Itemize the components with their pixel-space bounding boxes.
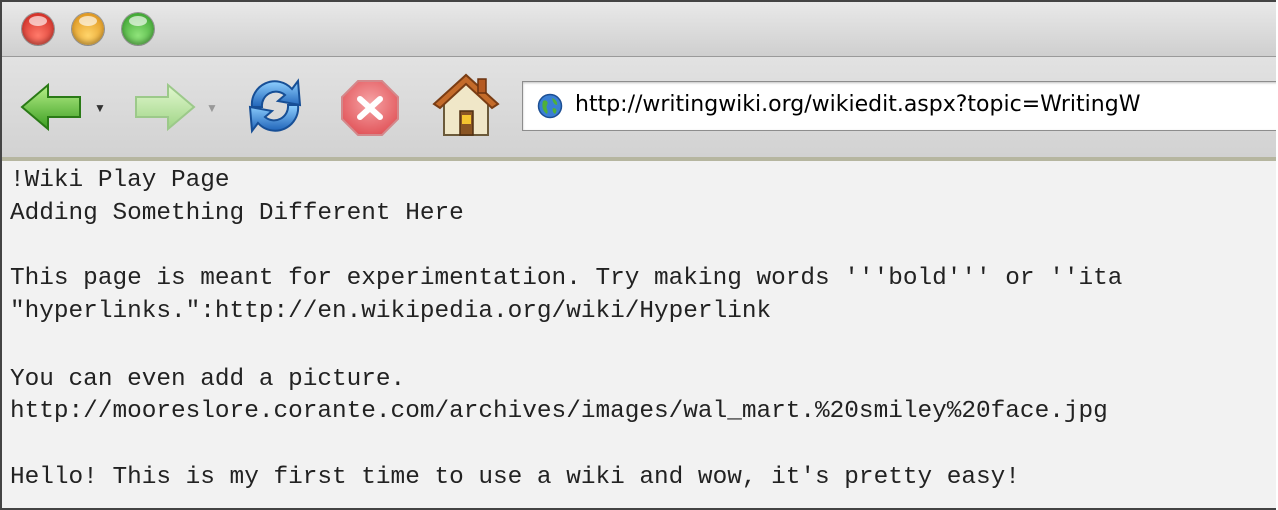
text-line: http://mooreslore.corante.com/archives/i… xyxy=(10,398,1108,425)
text-line: Hello! This is my first time to use a wi… xyxy=(10,464,1020,491)
back-history-dropdown[interactable]: ▼ xyxy=(94,101,106,115)
navigation-toolbar: ▼ ▼ http://writingwiki.org/wikiedit.aspx… xyxy=(2,57,1276,161)
zoom-window-button[interactable] xyxy=(122,13,154,45)
home-icon xyxy=(432,73,500,136)
browser-window: ▼ ▼ http://writingwiki.org/wikiedit.aspx… xyxy=(0,0,1276,510)
forward-button[interactable] xyxy=(130,79,200,140)
stop-icon xyxy=(341,80,399,136)
text-line: Adding Something Different Here xyxy=(10,200,464,227)
close-window-button[interactable] xyxy=(22,13,54,45)
stop-button[interactable] xyxy=(338,77,402,142)
reload-icon xyxy=(248,78,302,134)
wiki-edit-textarea[interactable]: !Wiki Play Page Adding Something Differe… xyxy=(2,161,1276,508)
globe-icon xyxy=(537,93,563,119)
minimize-window-button[interactable] xyxy=(72,13,104,45)
reload-button[interactable] xyxy=(240,73,310,144)
text-line: !Wiki Play Page xyxy=(10,167,230,194)
address-bar[interactable]: http://writingwiki.org/wikiedit.aspx?top… xyxy=(522,81,1276,131)
home-button[interactable] xyxy=(432,71,500,144)
text-line: This page is meant for experimentation. … xyxy=(10,265,1123,292)
title-bar xyxy=(2,2,1276,57)
forward-arrow-icon xyxy=(135,82,196,132)
forward-history-dropdown[interactable]: ▼ xyxy=(206,101,218,115)
url-text[interactable]: http://writingwiki.org/wikiedit.aspx?top… xyxy=(575,92,1140,117)
back-arrow-icon xyxy=(20,82,81,132)
text-line: "hyperlinks.":http://en.wikipedia.org/wi… xyxy=(10,298,772,325)
text-line: You can even add a picture. xyxy=(10,366,406,393)
back-button[interactable] xyxy=(16,79,86,140)
